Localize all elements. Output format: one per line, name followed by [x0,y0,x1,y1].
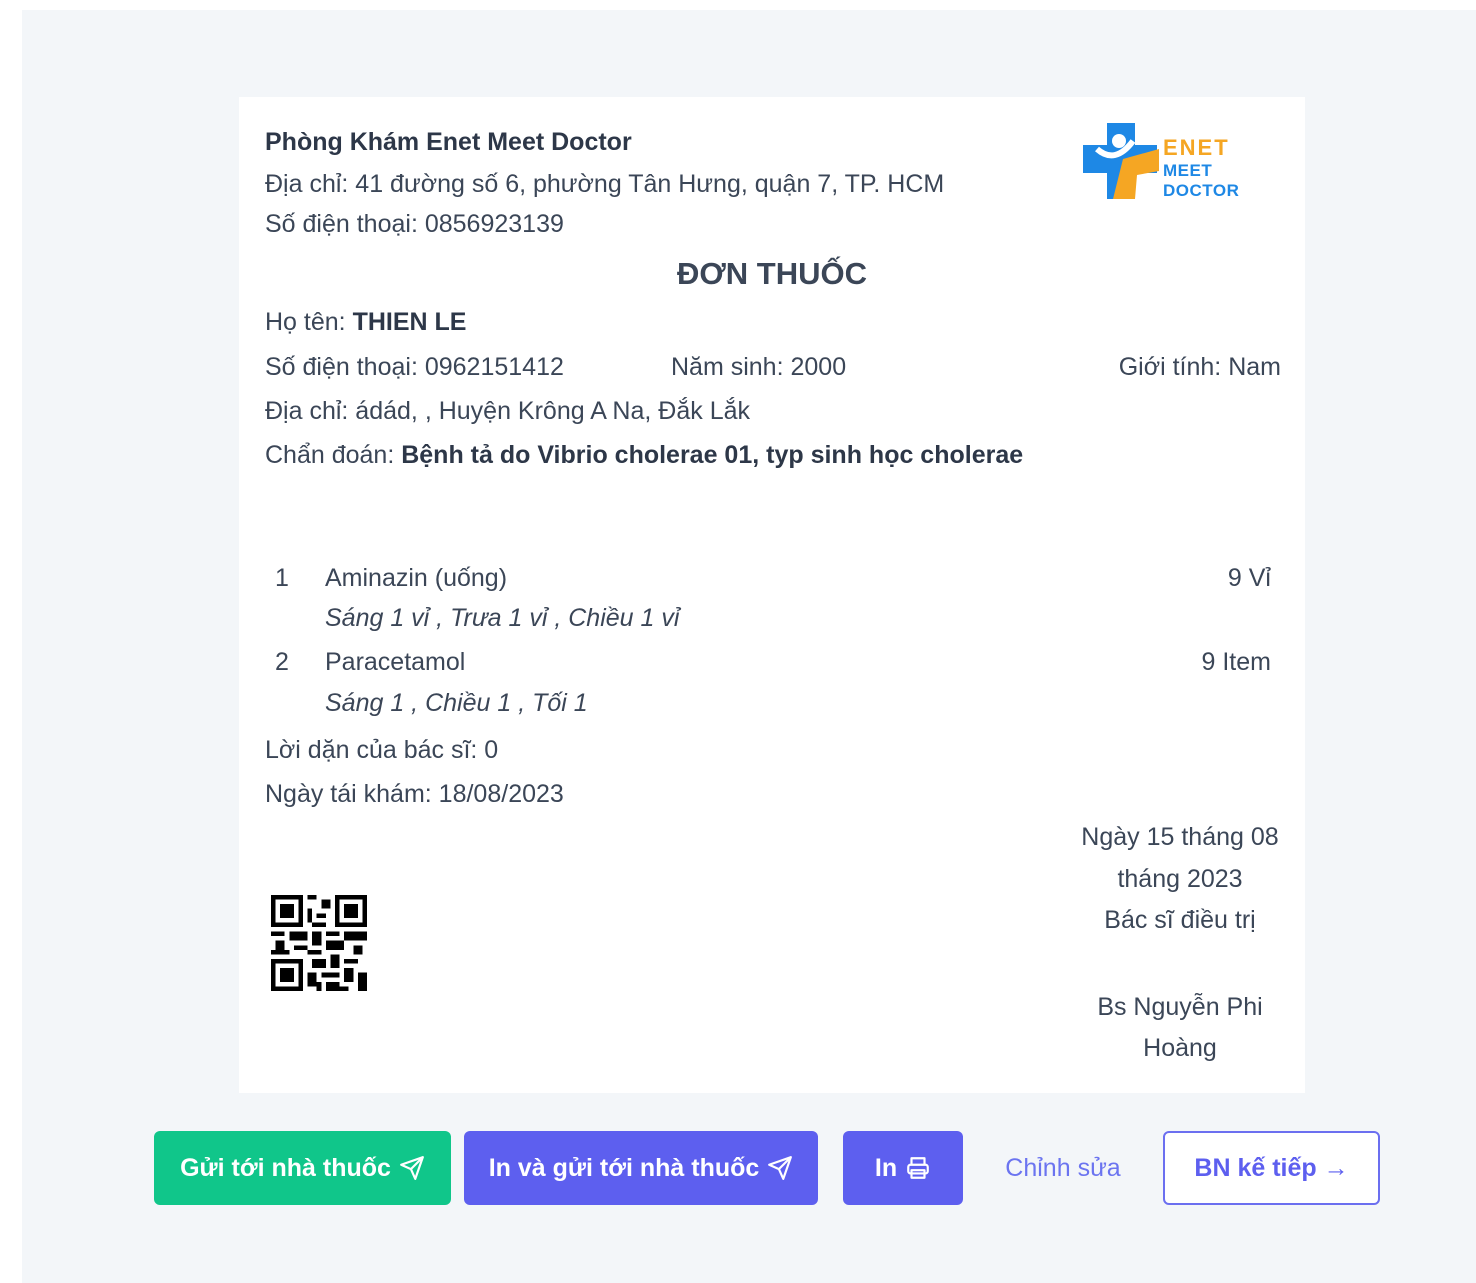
patient-address: Địa chỉ: ádád, , Huyện Krông A Na, Đắk L… [265,397,750,425]
print-and-send-label: In và gửi tới nhà thuốc [488,1153,760,1182]
medicine-quantity: 9 Vỉ [1227,564,1271,592]
doctor-name-line1: Bs Nguyễn Phi [1097,993,1263,1021]
print-and-send-button[interactable]: In và gửi tới nhà thuốc [464,1131,818,1205]
patient-gender: Giới tính: Nam [1118,353,1281,381]
patient-name-row: Họ tên: THIEN LE [265,307,466,337]
clinic-logo: ENET MEET DOCTOR [1079,119,1289,203]
signature-date-line1: Ngày 15 tháng 08 [1081,823,1279,851]
patient-phone: Số điện thoại: 0962151412 [265,353,564,381]
medicine-quantity: 9 Item [1201,648,1271,676]
send-to-pharmacy-button[interactable]: Gửi tới nhà thuốc [154,1131,451,1205]
prescription-card: Phòng Khám Enet Meet Doctor Địa chỉ: 41 … [239,97,1305,1093]
clinic-phone: Số điện thoại: 0856923139 [265,210,564,238]
revisit-date: Ngày tái khám: 18/08/2023 [265,780,564,808]
edit-button[interactable]: Chỉnh sửa [990,1131,1136,1205]
logo-text-meet-doctor: MEET DOCTOR [1163,161,1240,200]
medicine-index: 1 [275,564,289,592]
next-patient-button[interactable]: BN kế tiếp → [1163,1131,1380,1205]
send-to-pharmacy-label: Gửi tới nhà thuốc [180,1153,391,1182]
printer-icon [907,1157,929,1179]
send-icon [400,1156,424,1180]
medicine-dosage: Sáng 1 vỉ , Trưa 1 vỉ , Chiều 1 vỉ [325,604,680,632]
logo-cross-icon [1083,123,1159,199]
qr-code-icon [271,895,367,991]
signature-role: Bác sĩ điều trị [1104,906,1256,934]
diagnosis-value: Bệnh tả do Vibrio cholerae 01, typ sinh … [401,441,1024,469]
clinic-name: Phòng Khám Enet Meet Doctor [265,128,632,156]
patient-name: THIEN LE [352,308,467,336]
medicine-name: Aminazin (uống) [325,564,508,592]
patient-name-label: Họ tên: [265,308,353,336]
signature-date-line2: tháng 2023 [1117,865,1243,893]
logo-text-enet: ENET [1163,135,1230,160]
print-label: In [874,1153,898,1182]
medicine-name: Paracetamol [325,648,466,676]
print-button[interactable]: In [843,1131,963,1205]
document-title: ĐƠN THUỐC [676,256,868,291]
patient-birth-year: Năm sinh: 2000 [671,353,847,381]
medicine-index: 2 [275,648,289,676]
clinic-address: Địa chỉ: 41 đường số 6, phường Tân Hưng,… [265,170,945,198]
diagnosis-label: Chẩn đoán: [265,441,402,469]
doctor-advice: Lời dặn của bác sĩ: 0 [265,736,499,764]
medicine-dosage: Sáng 1 , Chiều 1 , Tối 1 [325,689,588,717]
doctor-name-line2: Hoàng [1143,1034,1217,1062]
diagnosis-row: Chẩn đoán: Bệnh tả do Vibrio cholerae 01… [265,440,1023,470]
send-icon [768,1156,793,1180]
